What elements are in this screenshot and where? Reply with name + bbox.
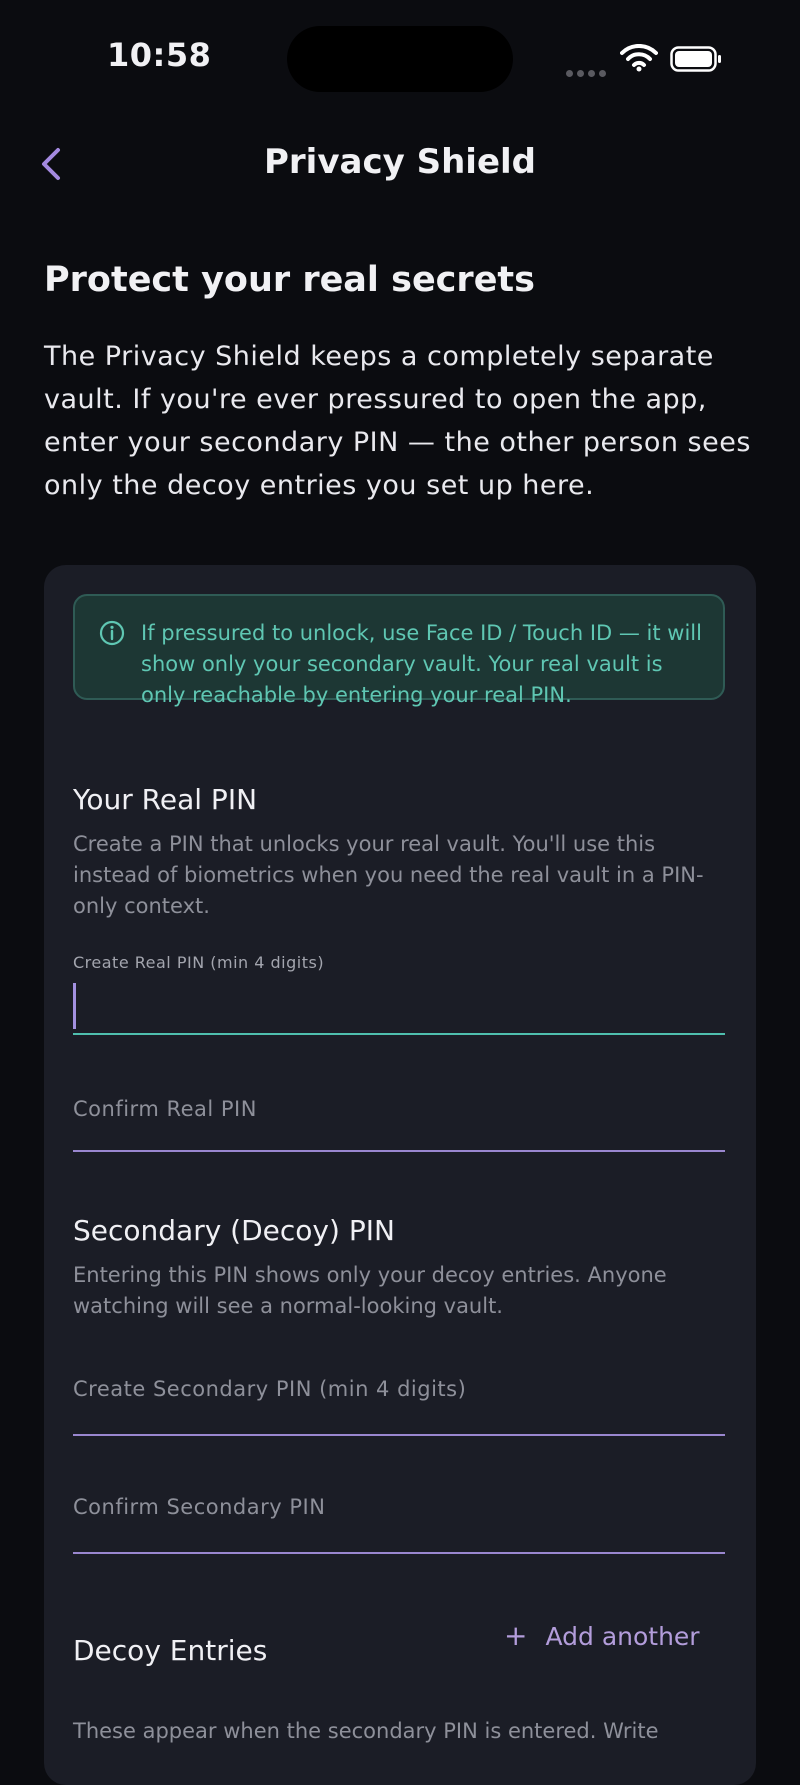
field-underline [73, 1150, 725, 1152]
secondary-pin-description: Entering this PIN shows only your decoy … [73, 1263, 667, 1318]
text-cursor [73, 983, 76, 1029]
wifi-icon [620, 44, 658, 72]
intro-heading: Protect your real secrets [44, 260, 535, 300]
navigation-bar: Privacy Shield [0, 130, 800, 200]
create-real-pin-label: Create Real PIN (min 4 digits) [73, 953, 325, 972]
decoy-entries-heading: Decoy Entries [73, 1634, 268, 1667]
info-banner: If pressured to unlock, use Face ID / To… [73, 594, 725, 707]
confirm-real-pin-placeholder: Confirm Real PIN [73, 1097, 257, 1121]
field-underline [73, 1434, 725, 1436]
intro-description: The Privacy Shield keeps a completely se… [44, 341, 751, 501]
cellular-signal-icon [566, 62, 610, 81]
create-real-pin-field[interactable]: Create Real PIN (min 4 digits) [73, 953, 725, 1035]
add-another-button[interactable]: + Add another [504, 1619, 700, 1652]
decoy-entries-description: These appear when the secondary PIN is e… [73, 1719, 659, 1743]
field-underline [73, 1552, 725, 1554]
real-pin-heading: Your Real PIN [73, 783, 258, 816]
real-pin-description: Create a PIN that unlocks your real vaul… [73, 832, 704, 918]
battery-icon [670, 46, 721, 72]
dynamic-island [287, 26, 513, 92]
info-banner-text: If pressured to unlock, use Face ID / To… [141, 621, 702, 707]
status-bar: 10:58 [0, 0, 800, 110]
confirm-secondary-pin-field[interactable]: Confirm Secondary PIN [73, 1485, 725, 1554]
confirm-secondary-pin-placeholder: Confirm Secondary PIN [73, 1495, 326, 1519]
create-secondary-pin-placeholder: Create Secondary PIN (min 4 digits) [73, 1377, 467, 1401]
page-title: Privacy Shield [264, 142, 536, 182]
setup-card: If pressured to unlock, use Face ID / To… [44, 565, 756, 1785]
secondary-pin-heading: Secondary (Decoy) PIN [73, 1214, 395, 1247]
confirm-real-pin-field[interactable]: Confirm Real PIN [73, 1085, 725, 1152]
field-underline [73, 1033, 725, 1035]
info-icon [99, 620, 125, 646]
create-secondary-pin-field[interactable]: Create Secondary PIN (min 4 digits) [73, 1367, 725, 1436]
add-another-label: Add another [545, 1622, 700, 1651]
plus-icon: + [504, 1619, 528, 1652]
status-time: 10:58 [107, 36, 212, 74]
